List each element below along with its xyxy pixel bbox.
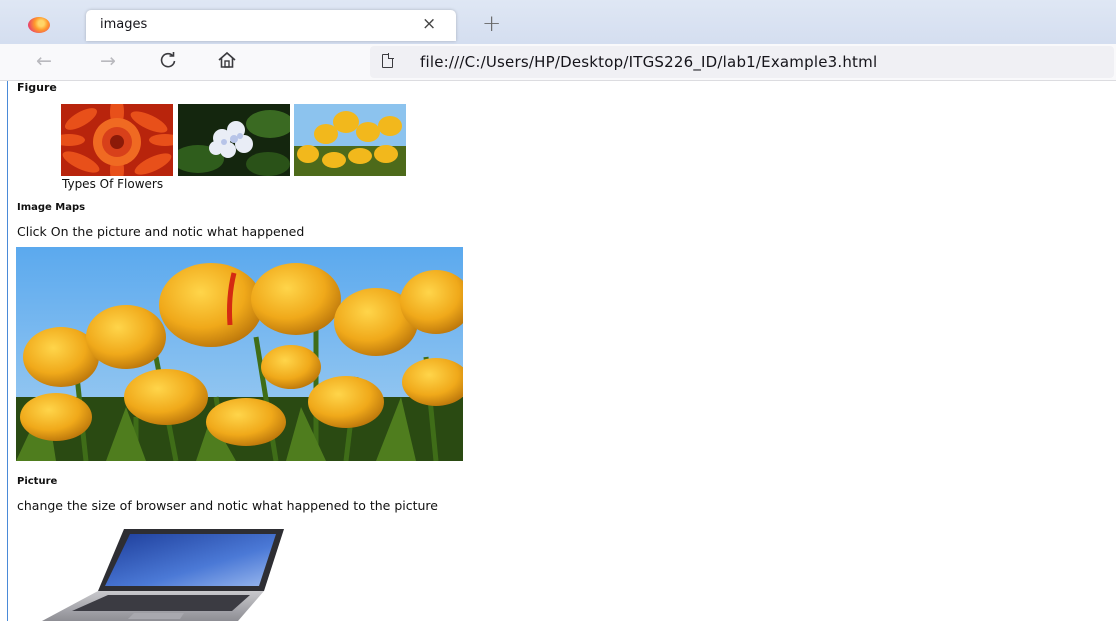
close-tab-icon[interactable]: × (422, 14, 436, 34)
page-icon (382, 53, 394, 68)
address-bar[interactable]: file:///C:/Users/HP/Desktop/ITGS226_ID/l… (370, 46, 1114, 78)
picture-text: change the size of browser and notic wha… (17, 498, 438, 513)
yellow-tulips-image (294, 104, 406, 176)
laptop-image (38, 525, 288, 621)
back-icon[interactable]: ← (36, 50, 52, 72)
reload-icon[interactable] (158, 50, 178, 70)
firefox-icon[interactable] (28, 17, 50, 33)
red-flower-image (61, 104, 173, 176)
tab-bar: images × + (0, 0, 1116, 44)
tab-title: images (100, 17, 148, 32)
white-flower-image (178, 104, 290, 176)
page-border (7, 81, 8, 621)
image-maps-heading: Image Maps (17, 202, 86, 213)
picture-heading: Picture (17, 476, 58, 487)
tab-images[interactable]: images × (86, 10, 456, 41)
image-maps-text: Click On the picture and notic what happ… (17, 224, 305, 239)
tulips-image-map[interactable] (16, 247, 463, 461)
figure-heading: Figure (17, 81, 57, 94)
url-text[interactable]: file:///C:/Users/HP/Desktop/ITGS226_ID/l… (420, 53, 877, 71)
forward-icon[interactable]: → (100, 50, 116, 72)
new-tab-button[interactable]: + (482, 11, 501, 37)
navigation-toolbar: ← → file:///C:/Users/HP/Desktop/ITGS226_… (0, 44, 1116, 81)
figure-caption: Types Of Flowers (62, 177, 164, 191)
home-icon[interactable] (216, 50, 238, 70)
page-content: Figure Types Of Flowers Image Maps Click… (0, 81, 1116, 621)
